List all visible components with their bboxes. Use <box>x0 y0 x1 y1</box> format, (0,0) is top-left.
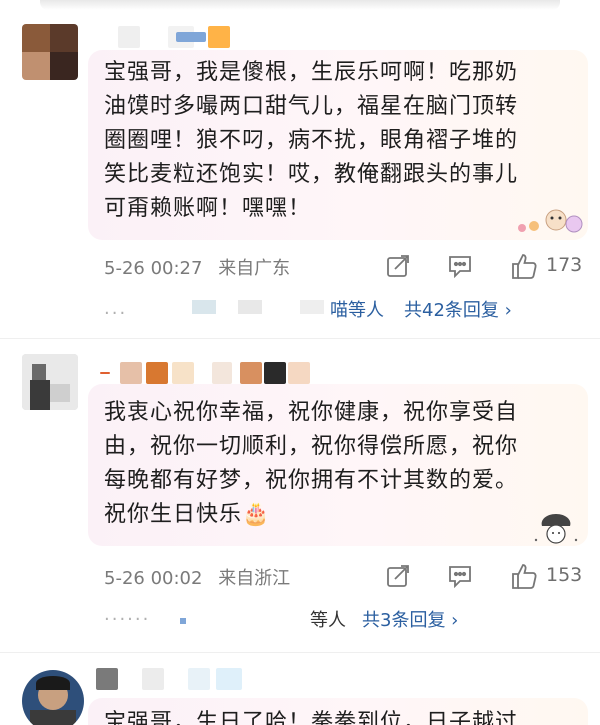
like-count: 153 <box>546 564 583 586</box>
comment-meta: 5-26 00:02 来自浙江 <box>104 564 300 590</box>
comment-icon[interactable] <box>448 564 472 589</box>
comment-item: 宝强哥，生日了哈！拳拳到位，日子越过 <box>0 654 600 725</box>
reply-avatar-redacted <box>238 300 262 314</box>
username-redacted[interactable] <box>100 362 320 384</box>
reply-avatar-redacted <box>300 300 324 314</box>
comment-meta: 5-26 00:27 来自广东 <box>104 254 300 280</box>
sticker-decoration <box>512 204 588 234</box>
comment-location: 来自广东 <box>218 258 291 279</box>
divider <box>0 652 600 653</box>
reply-avatar-redacted <box>180 618 186 624</box>
reply-users: 喵等人 <box>330 300 384 321</box>
reply-avatar-redacted <box>192 300 216 314</box>
comment-icon[interactable] <box>448 254 472 279</box>
thumbs-up-icon[interactable] <box>510 252 538 280</box>
sticker-decoration <box>526 510 586 546</box>
comment-text: 宝强哥，我是傻根，生辰乐呵啊！吃那奶 油馍时多嘬两口甜气儿，福星在脑门顶转 圈圈… <box>104 60 519 221</box>
avatar[interactable] <box>22 354 78 410</box>
share-icon[interactable] <box>386 254 410 278</box>
reply-users: 等人 <box>310 610 346 631</box>
comment-item: 宝强哥，我是傻根，生辰乐呵啊！吃那奶 油馍时多嘬两口甜气儿，福星在脑门顶转 圈圈… <box>0 0 600 340</box>
view-replies-link[interactable]: 共3条回复 › <box>362 606 458 632</box>
reply-summary[interactable]: ...... 等人 共3条回复 › <box>104 604 584 636</box>
comment-item: 我衷心祝你幸福，祝你健康，祝你享受自 由，祝你一切顺利，祝你得偿所愿，祝你 每晚… <box>0 340 600 650</box>
comment-date: 5-26 00:02 <box>104 568 203 589</box>
share-icon[interactable] <box>386 564 410 588</box>
view-replies-link[interactable]: 共42条回复 › <box>404 296 512 322</box>
avatar[interactable] <box>22 24 78 80</box>
username-redacted[interactable] <box>96 668 256 690</box>
divider <box>0 338 600 339</box>
thumbs-up-icon[interactable] <box>510 562 538 590</box>
comment-text: 宝强哥，生日了哈！拳拳到位，日子越过 <box>104 710 519 725</box>
reply-summary[interactable]: ... 喵等人 共42条回复 › <box>104 296 584 326</box>
comment-text: 我衷心祝你幸福，祝你健康，祝你享受自 由，祝你一切顺利，祝你得偿所愿，祝你 每晚… <box>104 400 519 527</box>
username-redacted[interactable] <box>118 26 238 48</box>
comment-date: 5-26 00:27 <box>104 258 203 279</box>
like-count: 173 <box>546 254 583 276</box>
avatar[interactable] <box>22 670 84 725</box>
comment-location: 来自浙江 <box>218 568 291 589</box>
reply-dots: ... <box>104 298 128 319</box>
reply-dots: ...... <box>104 604 151 625</box>
